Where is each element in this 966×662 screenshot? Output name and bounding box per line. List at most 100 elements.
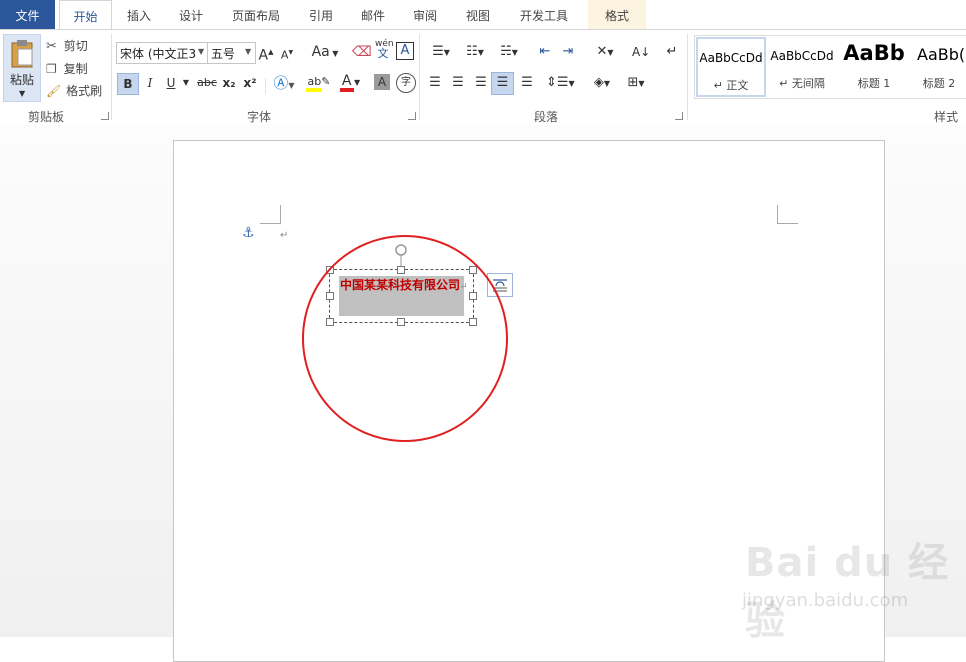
- italic-button[interactable]: I: [142, 73, 158, 93]
- decrease-indent-icon[interactable]: ⇤: [536, 42, 554, 62]
- grow-font-button[interactable]: A▲: [258, 42, 274, 64]
- numbering-icon[interactable]: ☷▼: [462, 42, 488, 62]
- tab-page-layout[interactable]: 页面布局: [228, 0, 284, 29]
- tab-insert[interactable]: 插入: [124, 0, 154, 29]
- style-preview: AaBbCcDd: [699, 51, 763, 65]
- highlight-color-swatch: [306, 88, 322, 92]
- tab-references[interactable]: 引用: [306, 0, 336, 29]
- margin-corner-top-right: [777, 205, 798, 224]
- font-size-value: 五号: [211, 47, 236, 61]
- line-spacing-icon[interactable]: ⇕☰▼: [546, 73, 575, 93]
- shading-icon[interactable]: ◈▼: [588, 73, 616, 93]
- tab-mailings[interactable]: 邮件: [358, 0, 388, 29]
- tab-review[interactable]: 审阅: [410, 0, 440, 29]
- font-color-button[interactable]: A ▼: [338, 71, 364, 92]
- tab-home[interactable]: 开始: [59, 0, 112, 31]
- ribbon: 粘贴 ▼ ✂ 剪切 ❐ 复制 🖌 格式刷 剪贴板 宋体 (中文正3 ▼ 五号 ▼…: [0, 29, 966, 126]
- styles-gallery: AaBbCcDd ↵ 正文 AaBbCcDd ↵ 无间隔 AaBb 标题 1 A…: [694, 35, 966, 99]
- style-heading-2[interactable]: AaBb( 标题 2: [911, 37, 966, 95]
- copy-button[interactable]: ❐ 复制: [46, 60, 88, 77]
- group-separator: [265, 78, 266, 94]
- chinese-layout-icon[interactable]: ✕▼: [590, 42, 620, 62]
- group-separator: [419, 34, 420, 120]
- change-case-button[interactable]: Aa ▼: [310, 42, 340, 62]
- bold-button[interactable]: B: [117, 73, 139, 95]
- text-effects-icon[interactable]: Ⓐ▼: [272, 73, 296, 93]
- multilevel-list-icon[interactable]: ☵▼: [496, 42, 522, 62]
- format-painter-button[interactable]: 🖌 格式刷: [46, 82, 102, 99]
- style-name: 标题 1: [857, 77, 891, 90]
- change-case-icon: Aa: [311, 44, 330, 60]
- chevron-down-icon: ▼: [198, 47, 205, 56]
- paintbrush-icon: 🖌: [46, 84, 62, 98]
- highlight-button[interactable]: ab✎: [304, 71, 334, 92]
- tab-developer[interactable]: 开发工具: [515, 0, 573, 29]
- scissors-icon: ✂: [46, 39, 57, 54]
- phonetic-guide-button[interactable]: wén 文: [375, 39, 394, 61]
- align-center-icon[interactable]: ☰: [449, 73, 467, 93]
- styles-group-label: 样式: [934, 110, 959, 124]
- copy-icon: ❐: [46, 62, 57, 76]
- sort-icon[interactable]: A↓: [632, 42, 650, 62]
- clipboard-icon: [11, 40, 33, 68]
- font-size-combo[interactable]: 五号 ▼: [207, 42, 256, 64]
- chevron-down-icon: ▼: [245, 47, 252, 56]
- tab-file[interactable]: 文件: [0, 0, 55, 29]
- underline-button[interactable]: U: [163, 73, 179, 93]
- superscript-button[interactable]: x²: [242, 73, 258, 93]
- clipboard-launcher-icon[interactable]: [101, 112, 109, 120]
- tab-view[interactable]: 视图: [463, 0, 493, 29]
- character-border-icon[interactable]: A: [396, 42, 414, 60]
- font-family-value: 宋体 (中文正3: [120, 47, 197, 61]
- shrink-font-button[interactable]: A▼: [280, 43, 294, 63]
- group-separator: [111, 34, 112, 120]
- cut-button[interactable]: ✂ 剪切: [46, 37, 88, 54]
- cut-label: 剪切: [63, 39, 88, 53]
- borders-icon[interactable]: ⊞▼: [622, 73, 650, 93]
- strikethrough-button[interactable]: abc: [196, 73, 218, 93]
- clear-formatting-icon[interactable]: ⌫: [352, 42, 372, 62]
- show-marks-icon[interactable]: ↵: [664, 42, 680, 62]
- baidu-watermark-logo: Bai du 经验: [745, 540, 950, 644]
- anchor-icon: ⚓: [242, 225, 255, 241]
- tab-design[interactable]: 设计: [176, 0, 206, 29]
- align-right-icon[interactable]: ☰: [472, 73, 490, 93]
- style-preview: AaBb(: [917, 45, 966, 64]
- paragraph-launcher-icon[interactable]: [675, 112, 683, 120]
- enclose-characters-icon[interactable]: 字: [396, 73, 416, 93]
- paragraph-group-label: 段落: [534, 110, 559, 124]
- increase-indent-icon[interactable]: ⇥: [559, 42, 577, 62]
- baidu-watermark-url: jingyan.baidu.com: [742, 590, 909, 611]
- font-launcher-icon[interactable]: [408, 112, 416, 120]
- style-name: 标题 2: [922, 77, 956, 90]
- subscript-button[interactable]: x₂: [221, 73, 237, 93]
- style-normal[interactable]: AaBbCcDd ↵ 正文: [696, 37, 766, 97]
- justify-icon[interactable]: ☰: [491, 72, 514, 95]
- distributed-icon[interactable]: ☰: [518, 73, 536, 93]
- bullets-icon[interactable]: ☰▼: [428, 42, 454, 62]
- grow-font-icon: A: [258, 47, 269, 64]
- style-no-spacing[interactable]: AaBbCcDd ↵ 无间隔: [767, 37, 837, 95]
- font-group-label: 字体: [247, 110, 272, 124]
- chevron-down-icon[interactable]: ▼: [182, 73, 190, 93]
- font-color-icon: A: [341, 73, 352, 89]
- margin-corner-top-left: [260, 205, 281, 224]
- tab-format[interactable]: 格式: [588, 0, 646, 29]
- group-separator: [687, 34, 688, 120]
- style-preview: AaBb: [843, 41, 905, 65]
- paragraph-mark: ↵: [280, 230, 289, 241]
- style-heading-1[interactable]: AaBb 标题 1: [839, 37, 909, 95]
- character-shading-icon[interactable]: A: [374, 74, 390, 90]
- chevron-down-icon: ▼: [19, 89, 26, 98]
- style-name: ↵ 无间隔: [779, 77, 825, 90]
- ribbon-tab-bar: 文件 开始 插入 设计 页面布局 引用 邮件 审阅 视图 开发工具 格式: [0, 0, 966, 31]
- align-left-icon[interactable]: ☰: [426, 73, 444, 93]
- paste-button[interactable]: 粘贴 ▼: [3, 34, 41, 102]
- style-preview: AaBbCcDd: [770, 49, 834, 63]
- font-family-combo[interactable]: 宋体 (中文正3 ▼: [116, 42, 209, 64]
- annotation-circle: [302, 235, 508, 442]
- copy-label: 复制: [63, 62, 88, 76]
- clipboard-group-label: 剪贴板: [28, 110, 65, 124]
- paste-label: 粘贴: [9, 73, 34, 87]
- style-name: ↵ 正文: [713, 79, 749, 92]
